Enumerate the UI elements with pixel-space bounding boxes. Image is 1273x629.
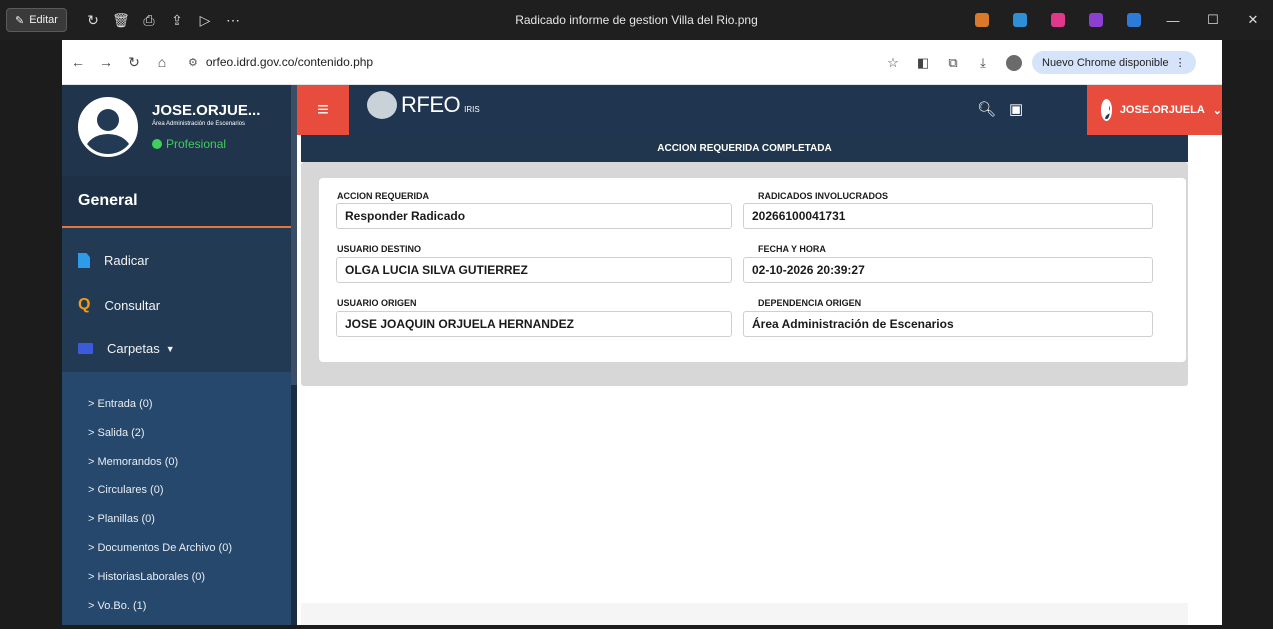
radicados-field: 20266100041731	[743, 203, 1153, 229]
designer-icon[interactable]	[1013, 13, 1027, 27]
result-card: ACCION REQUERIDA Responder Radicado RADI…	[319, 178, 1186, 362]
user-role: Profesional	[152, 137, 226, 151]
search-icon: Q	[78, 296, 91, 313]
folder-icon	[78, 343, 93, 354]
user-menu[interactable]: JOSE.ORJUELA ⌄	[1087, 85, 1222, 135]
fecha-label: FECHA Y HORA	[758, 244, 826, 254]
user-avatar-icon	[1101, 99, 1112, 121]
role-label: Profesional	[166, 137, 227, 151]
section-general: General	[62, 176, 297, 228]
document-icon	[78, 253, 90, 268]
minimize-button[interactable]: —	[1153, 0, 1193, 40]
content-footer	[301, 603, 1188, 625]
viewer-toolbar: ✎ Editar ↻ 🗑 ⎙ ⇪ ▷ ⋯ Radicado informe de…	[0, 0, 1273, 40]
folders-list: > Entrada (0) > Salida (2) > Memorandos …	[62, 372, 297, 625]
folder-item-documentos-archivo[interactable]: > Documentos De Archivo (0)	[88, 542, 232, 554]
folder-item-vobo[interactable]: > Vo.Bo. (1)	[88, 600, 146, 612]
dependencia-label: DEPENDENCIA ORIGEN	[758, 298, 862, 308]
menu-consultar[interactable]: Q Consultar	[78, 296, 160, 314]
orfeo-logo: RFEO IRIS	[367, 91, 480, 119]
slideshow-icon[interactable]: ▷	[191, 6, 219, 34]
user-name: JOSE.ORJUE...	[152, 102, 261, 119]
close-button[interactable]: ✕	[1233, 0, 1273, 40]
menu-label: Carpetas	[107, 341, 160, 356]
folder-item-memorandos[interactable]: > Memorandos (0)	[88, 456, 178, 468]
edit-label: Editar	[29, 14, 58, 26]
folder-item-salida[interactable]: > Salida (2)	[88, 427, 145, 439]
user-profile: JOSE.ORJUE... Área Administración de Esc…	[62, 85, 297, 176]
menu-label: Consultar	[104, 297, 161, 313]
usuario-origen-label: USUARIO ORIGEN	[337, 298, 417, 308]
accion-label: ACCION REQUERIDA	[337, 191, 430, 201]
usuario-origen-field: JOSE JOAQUIN ORJUELA HERNANDEZ	[336, 311, 732, 337]
menu-carpetas[interactable]: Carpetas ▼	[78, 341, 175, 356]
folder-item-entrada[interactable]: > Entrada (0)	[88, 398, 153, 410]
rotate-icon[interactable]: ↻	[79, 6, 107, 34]
edit-button[interactable]: ✎ Editar	[6, 8, 67, 32]
avatar	[78, 97, 138, 157]
menu-label: Radicar	[104, 253, 149, 268]
status-dot-icon	[152, 139, 162, 149]
logo-sub: IRIS	[464, 104, 480, 114]
video-editor-icon[interactable]	[1089, 13, 1103, 27]
status-banner: ACCION REQUERIDA COMPLETADA	[301, 135, 1188, 162]
user-area: Área Administración de Escenarios	[152, 121, 246, 127]
delete-icon[interactable]: 🗑	[107, 6, 135, 34]
sidebar: JOSE.ORJUE... Área Administración de Esc…	[62, 85, 297, 625]
user-menu-label: JOSE.ORJUELA	[1119, 104, 1205, 116]
clipchamp-icon[interactable]	[1051, 13, 1065, 27]
chevron-down-icon: ⌄	[1212, 104, 1222, 117]
usuario-destino-label: USUARIO DESTINO	[337, 244, 422, 254]
onedrive-icon[interactable]	[1127, 13, 1141, 27]
dependencia-field: Área Administración de Escenarios	[743, 311, 1153, 337]
copilot-icon[interactable]	[975, 13, 989, 27]
fecha-field: 02-10-2026 20:39:27	[743, 257, 1153, 283]
word-document-icon[interactable]: ▣	[1009, 100, 1023, 118]
folder-item-circulares[interactable]: > Circulares (0)	[88, 484, 164, 496]
caret-down-icon: ▼	[165, 343, 175, 354]
menu-radicar[interactable]: Radicar	[78, 253, 149, 268]
accion-field: Responder Radicado	[336, 203, 732, 229]
hamburger-menu-icon[interactable]: ≡	[297, 85, 349, 135]
maximize-button[interactable]: ☐	[1193, 0, 1233, 40]
logo-text: RFEO	[401, 92, 461, 117]
folder-item-historias-laborales[interactable]: > HistoriasLaborales (0)	[88, 571, 205, 583]
folder-item-planillas[interactable]: > Planillas (0)	[88, 513, 155, 525]
radicados-label: RADICADOS INVOLUCRADOS	[758, 191, 889, 201]
logo-mascot-icon	[367, 91, 397, 119]
app-header: ≡ RFEO IRIS 🔍︎ ▣ JOSE.ORJUELA ⌄	[297, 85, 1222, 135]
more-icon[interactable]: ⋯	[219, 6, 247, 34]
search-icon[interactable]: 🔍︎	[977, 100, 996, 118]
usuario-destino-field: OLGA LUCIA SILVA GUTIERREZ	[336, 257, 732, 283]
print-icon[interactable]: ⎙	[135, 6, 163, 34]
edit-icon: ✎	[15, 14, 25, 27]
share-icon[interactable]: ⇪	[163, 6, 191, 34]
